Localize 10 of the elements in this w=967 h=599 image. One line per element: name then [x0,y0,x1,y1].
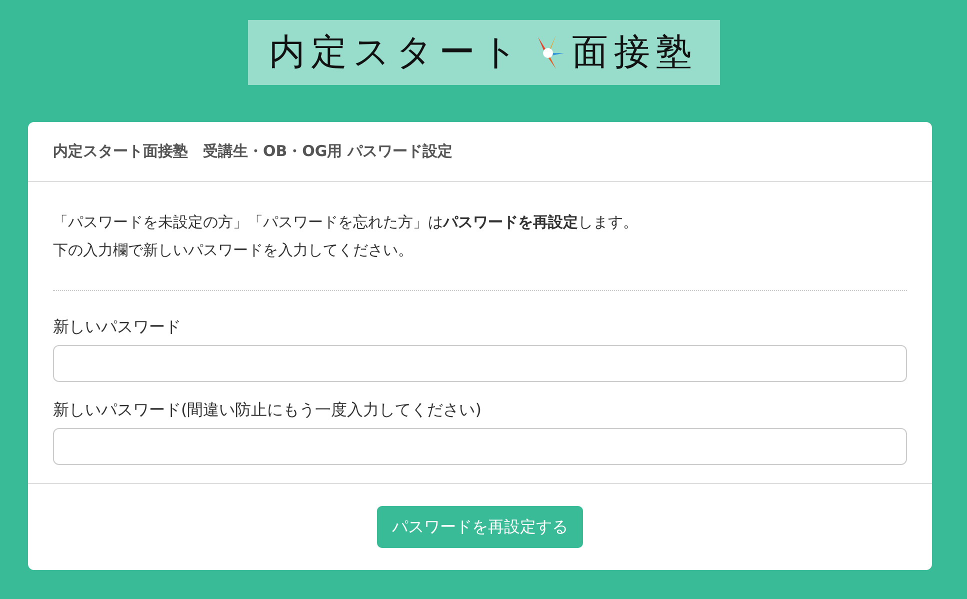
card-title: 内定スタート面接塾 受講生・OB・OG用 パスワード設定 [28,122,932,182]
field-label: 新しいパスワード(間違い防止にもう一度入力してください) [53,398,482,420]
instruction-text: 下の入力欄で新しいパスワードを入力してください。 [53,240,414,260]
field-label: 新しいパスワード [53,316,182,338]
password-field[interactable] [53,344,907,382]
logo-text: 内定スタート [269,34,524,70]
reset-password-button[interactable]: パスワードを再設定する [377,506,583,548]
logo-text: 面接塾 [572,34,698,70]
instruction-text: 「パスワードを未設定の方」「パスワードを忘れた方」はパスワードを再設定します。 [53,212,639,232]
password-field[interactable] [53,428,907,464]
